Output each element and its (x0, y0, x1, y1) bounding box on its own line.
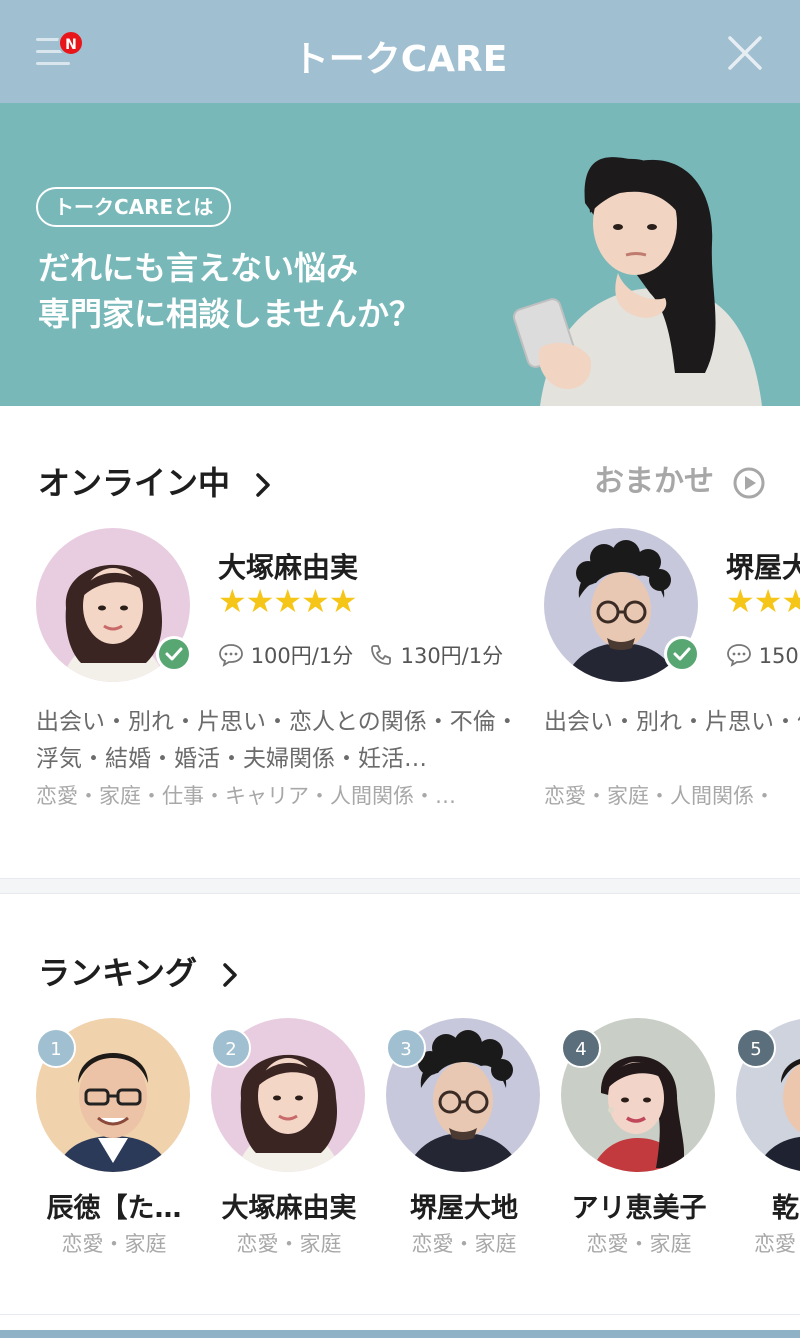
section-divider (0, 878, 800, 894)
counselor-description: 出会い・別れ・片思い・恋人との関係・不倫・浮気・結婚・婚活・夫婦関係・妊活… (36, 709, 519, 772)
chat-price: 100円/1分 (250, 644, 354, 668)
next-section-strip (0, 1330, 800, 1338)
ranking-title: ランキング (38, 954, 198, 992)
play-circle-icon (733, 467, 765, 498)
banner-headline-1: だれにも言えない悩み (38, 249, 359, 287)
online-section-header[interactable]: オンライン中 (38, 458, 271, 504)
counselor-card[interactable]: 堺屋大 ★★★ 150円 出会い・別れ・片思い・倫・浮気・復縁・結婚 恋愛・家庭… (544, 528, 800, 828)
woman-with-phone-illustration (512, 157, 762, 406)
ranking-name: 堺屋大地 (410, 1193, 518, 1224)
about-pill[interactable]: トークCAREとは (36, 187, 232, 227)
counselor-card[interactable]: 大塚麻由実 ★★★★★ 100円/1分 130円/1分 出会い・別れ・片思い・恋… (36, 528, 536, 828)
price-info: 150円 (726, 640, 800, 670)
rank-badge: 3 (386, 1028, 426, 1068)
chat-bubble-icon (727, 644, 751, 667)
ranking-name: 大塚麻由実 (221, 1193, 357, 1224)
rating-stars: ★★★ (726, 582, 800, 620)
omakase-label: おまかせ (594, 464, 714, 499)
counselor-name: 大塚麻由実 (218, 551, 359, 584)
counselor-categories: 恋愛・家庭・仕事・キャリア・人間関係・… (36, 784, 456, 808)
omakase-button[interactable]: おまかせ (594, 456, 766, 500)
rank-badge: 4 (561, 1028, 601, 1068)
ranking-name: アリ恵美子 (571, 1193, 707, 1224)
counselor-description: 出会い・別れ・片思い・倫・浮気・復縁・結婚 (544, 709, 800, 735)
ranking-item[interactable]: 5 乾 恋愛 (736, 1018, 800, 1258)
checkmark-icon (165, 647, 183, 661)
rating-stars: ★★★★★ (218, 582, 357, 620)
online-title: オンライン中 (38, 464, 231, 502)
ranking-item[interactable]: 3 堺屋大地 恋愛・家庭 (386, 1018, 542, 1258)
rank-badge: 2 (211, 1028, 251, 1068)
ranking-name: 乾 (772, 1193, 799, 1224)
ranking-category: 恋愛・家庭 (236, 1232, 342, 1256)
online-status-badge (156, 636, 192, 672)
phone-icon (371, 645, 391, 665)
ranking-category: 恋愛 (754, 1232, 796, 1256)
bottom-edge (0, 1314, 800, 1338)
rank-badge: 1 (36, 1028, 76, 1068)
rank-badge: 5 (736, 1028, 776, 1068)
counselor-name: 堺屋大 (726, 551, 800, 584)
page-title: トークCARE (292, 39, 508, 80)
ranking-item[interactable]: 1 辰徳【た… 恋愛・家庭 (36, 1018, 192, 1258)
hero-banner[interactable]: トークCAREとは だれにも言えない悩み 専門家に相談しませんか？ (0, 103, 800, 406)
counselor-categories: 恋愛・家庭・人間関係・ (544, 784, 775, 808)
banner-headline-2: 専門家に相談しませんか？ (38, 295, 422, 333)
chevron-right-icon (256, 473, 270, 497)
chat-bubble-icon (219, 644, 243, 667)
ranking-item[interactable]: 2 大塚麻由実 恋愛・家庭 (211, 1018, 367, 1258)
price-info: 100円/1分 130円/1分 (218, 640, 503, 670)
ranking-section: ランキング 1 辰徳【た… 恋愛・家庭 2 大塚麻由実 恋愛・家庭 3 堺屋大地… (0, 894, 800, 1314)
app-header: N トークCARE (0, 0, 800, 103)
ranking-item[interactable]: 4 アリ恵美子 恋愛・家庭 (561, 1018, 717, 1258)
checkmark-icon (673, 647, 691, 661)
ranking-name: 辰徳【た… (46, 1193, 182, 1224)
chat-price: 150円 (758, 644, 800, 668)
ranking-category: 恋愛・家庭 (586, 1232, 692, 1256)
close-button[interactable] (726, 34, 764, 72)
ranking-category: 恋愛・家庭 (411, 1232, 517, 1256)
chevron-right-icon (223, 963, 237, 987)
close-icon (728, 36, 762, 70)
ranking-section-header[interactable]: ランキング (38, 948, 238, 994)
online-status-badge (664, 636, 700, 672)
call-price: 130円/1分 (400, 644, 504, 668)
online-section: オンライン中 おまかせ 大塚麻由実 ★★★★★ 100円/1分 130円/1分 … (0, 406, 800, 878)
ranking-category: 恋愛・家庭 (61, 1232, 167, 1256)
